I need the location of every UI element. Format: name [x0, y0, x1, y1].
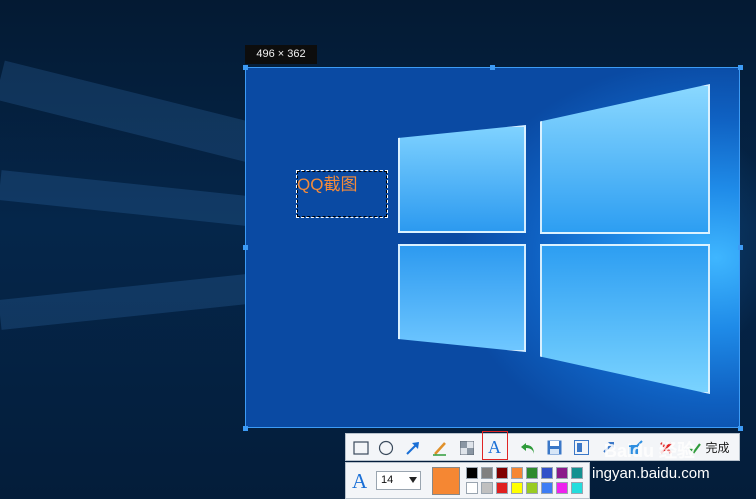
- resize-handle-sw[interactable]: [243, 426, 248, 431]
- color-swatch[interactable]: [466, 467, 478, 479]
- selection-size-label: 496 × 362: [245, 45, 317, 64]
- window-pane-bottom-right: [540, 244, 710, 394]
- color-swatch[interactable]: [511, 482, 523, 494]
- resize-handle-e[interactable]: [738, 245, 743, 250]
- color-swatch[interactable]: [496, 467, 508, 479]
- chevron-down-icon: [409, 477, 417, 483]
- color-swatch[interactable]: [496, 482, 508, 494]
- color-swatch[interactable]: [466, 482, 478, 494]
- resize-handle-ne[interactable]: [738, 65, 743, 70]
- font-size-value: 14: [381, 474, 394, 486]
- resize-handle-se[interactable]: [738, 426, 743, 431]
- watermark-url: ingyan.baidu.com: [592, 465, 710, 482]
- font-icon: A: [351, 469, 371, 496]
- color-swatch[interactable]: [541, 467, 553, 479]
- ellipse-tool-icon[interactable]: [376, 438, 395, 457]
- color-swatch[interactable]: [541, 482, 553, 494]
- color-swatch[interactable]: [526, 482, 538, 494]
- color-swatch[interactable]: [571, 467, 583, 479]
- done-button-label: 完成: [705, 441, 730, 455]
- save-tool-icon[interactable]: [545, 438, 564, 457]
- color-swatch[interactable]: [481, 482, 493, 494]
- arrow-tool-icon[interactable]: [403, 438, 422, 457]
- window-pane-bottom-left: [398, 244, 526, 352]
- color-swatch[interactable]: [481, 467, 493, 479]
- pin-tool-icon[interactable]: [572, 438, 591, 457]
- text-options-bar: A 14: [345, 462, 590, 499]
- color-swatch[interactable]: [571, 482, 583, 494]
- window-pane-top-right: [540, 84, 710, 234]
- color-swatch[interactable]: [511, 467, 523, 479]
- pen-tool-icon[interactable]: [430, 438, 449, 457]
- undo-tool-icon[interactable]: [518, 438, 537, 457]
- font-size-select[interactable]: 14: [376, 471, 421, 490]
- rectangle-tool-icon[interactable]: [351, 438, 370, 457]
- current-color-swatch[interactable]: [432, 467, 460, 495]
- text-tool-icon[interactable]: A: [482, 431, 508, 460]
- resize-handle-n[interactable]: [490, 65, 495, 70]
- resize-handle-nw[interactable]: [243, 65, 248, 70]
- color-swatch[interactable]: [526, 467, 538, 479]
- capture-selection[interactable]: [245, 67, 740, 428]
- svg-text:A: A: [488, 437, 501, 455]
- text-annotation: QQ截图: [297, 175, 358, 194]
- color-swatch[interactable]: [556, 482, 568, 494]
- watermark-brand: Baidu 经验: [604, 441, 696, 461]
- color-swatch[interactable]: [556, 467, 568, 479]
- window-pane-top-left: [398, 125, 526, 233]
- text-annotation-box[interactable]: QQ截图: [296, 170, 388, 218]
- resize-handle-w[interactable]: [243, 245, 248, 250]
- svg-text:A: A: [352, 469, 368, 491]
- mosaic-tool-icon[interactable]: [457, 438, 476, 457]
